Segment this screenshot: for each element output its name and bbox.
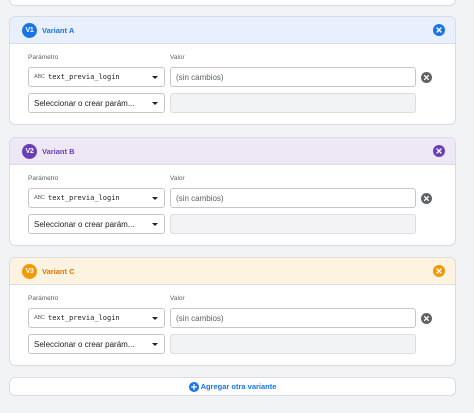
variant-name: Variant A	[42, 25, 75, 35]
variant-card-c: V3 Variant C Parámetro Valor ABC text_pr…	[9, 257, 456, 366]
variant-card-b: V2 Variant B Parámetro Valor ABC text_pr…	[9, 137, 456, 246]
remove-circle-icon[interactable]	[421, 313, 432, 324]
parameter-placeholder: Seleccionar o crear parám...	[34, 98, 135, 108]
parameter-select[interactable]: ABC text_previa_login	[28, 308, 165, 328]
caret-down-icon	[152, 316, 158, 320]
add-variant-button[interactable]: Agregar otra variante	[9, 377, 456, 396]
value-column-label: Valor	[170, 295, 185, 302]
variant-card-a: V1 Variant A Parámetro Valor ABC text_pr…	[9, 16, 456, 125]
variant-header: V3 Variant C	[10, 258, 455, 285]
variant-header: V2 Variant B	[10, 138, 455, 165]
value-column-label: Valor	[170, 175, 185, 182]
variant-header: V1 Variant A	[10, 17, 455, 44]
add-variant-label: Agregar otra variante	[200, 382, 277, 391]
add-circle-icon	[188, 381, 199, 392]
value-input-disabled	[170, 334, 416, 354]
parameter-select-new[interactable]: Seleccionar o crear parám...	[28, 334, 165, 354]
value-input[interactable]: (sin cambios)	[170, 308, 416, 328]
value-input-disabled	[170, 214, 416, 234]
value-input[interactable]: (sin cambios)	[170, 67, 416, 87]
abc-type-icon: ABC	[34, 74, 45, 80]
remove-circle-icon[interactable]	[421, 72, 432, 83]
parameter-select-new[interactable]: Seleccionar o crear parám...	[28, 93, 165, 113]
variant-name: Variant C	[42, 266, 75, 276]
parameter-column-label: Parámetro	[28, 54, 59, 61]
abc-type-icon: ABC	[34, 315, 45, 321]
variant-name: Variant B	[42, 146, 75, 156]
parameter-column-label: Parámetro	[28, 295, 59, 302]
parameter-placeholder: Seleccionar o crear parám...	[34, 339, 135, 349]
parameter-select[interactable]: ABC text_previa_login	[28, 188, 165, 208]
close-icon[interactable]	[433, 145, 445, 157]
value-input-disabled	[170, 93, 416, 113]
value-column-label: Valor	[170, 54, 185, 61]
value-input[interactable]: (sin cambios)	[170, 188, 416, 208]
parameter-column-label: Parámetro	[28, 175, 59, 182]
variant-badge: V1	[22, 22, 37, 38]
previous-card-edge	[9, 0, 456, 6]
parameter-name: text_previa_login	[48, 73, 120, 81]
remove-circle-icon[interactable]	[421, 193, 432, 204]
abc-type-icon: ABC	[34, 195, 45, 201]
variant-badge: V3	[22, 263, 37, 279]
caret-down-icon	[152, 101, 158, 105]
caret-down-icon	[152, 196, 158, 200]
parameter-select-new[interactable]: Seleccionar o crear parám...	[28, 214, 165, 234]
parameter-placeholder: Seleccionar o crear parám...	[34, 219, 135, 229]
parameter-name: text_previa_login	[48, 314, 120, 322]
close-icon[interactable]	[433, 24, 445, 36]
parameter-select[interactable]: ABC text_previa_login	[28, 67, 165, 87]
parameter-name: text_previa_login	[48, 194, 120, 202]
variant-badge: V2	[22, 143, 37, 159]
close-icon[interactable]	[433, 265, 445, 277]
caret-down-icon	[152, 342, 158, 346]
caret-down-icon	[152, 75, 158, 79]
caret-down-icon	[152, 222, 158, 226]
